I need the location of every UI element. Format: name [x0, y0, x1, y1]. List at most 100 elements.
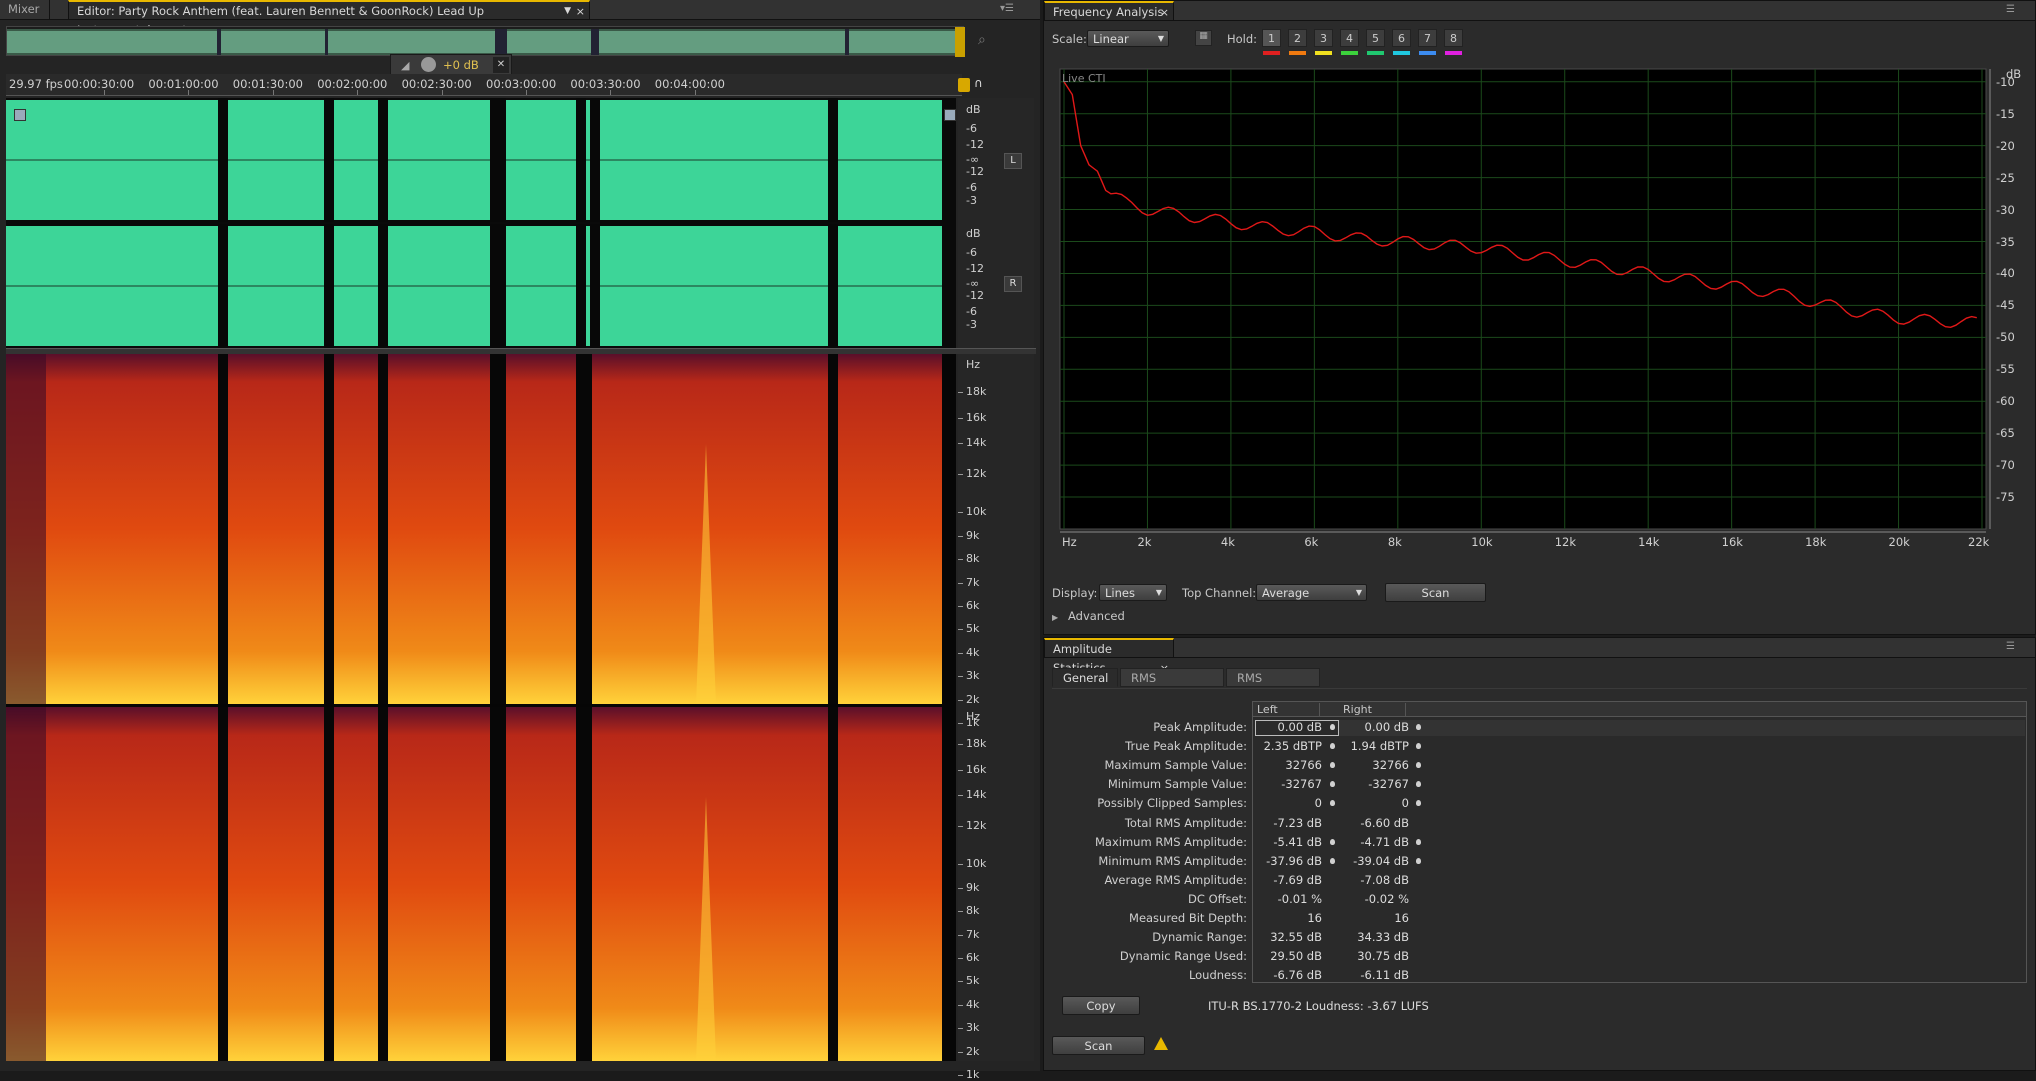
jump-to-icon[interactable] [1330, 838, 1335, 845]
top-channel-select[interactable]: Average ▼ [1256, 584, 1367, 601]
timeline-tick [272, 90, 274, 95]
hold-button-6[interactable]: 6 [1392, 29, 1411, 47]
subtab-general[interactable]: General [1052, 668, 1118, 687]
scale-select[interactable]: Linear ▼ [1087, 30, 1169, 47]
amplitude-scan-button[interactable]: Scan [1052, 1036, 1145, 1055]
stat-right-value[interactable]: 34.33 dB [1327, 930, 1409, 944]
stat-right-value[interactable]: 30.75 dB [1327, 949, 1409, 963]
column-header-left[interactable]: Left [1257, 703, 1320, 716]
db-scale: dB -6 -12 -∞ -12 -6 -3 dB -6 -12 -∞ -12 -6 -3 L R [958, 98, 1034, 348]
stat-left-value[interactable]: 0 [1252, 796, 1322, 810]
spectral-view[interactable] [6, 354, 956, 1061]
subtab-rms-settings[interactable]: RMS Settings [1226, 668, 1320, 704]
stat-right-value[interactable]: -6.60 dB [1327, 816, 1409, 830]
db-scale-label: -12 [966, 289, 984, 303]
close-icon[interactable]: × [1160, 3, 1169, 22]
tab-editor[interactable]: Editor: Party Rock Anthem (feat. Lauren … [68, 0, 590, 37]
panel-menu-icon[interactable]: ☰ [2006, 5, 2024, 15]
hold-button-1[interactable]: 1 [1262, 29, 1281, 47]
jump-to-icon[interactable] [1416, 762, 1421, 769]
stat-right-value[interactable]: 16 [1327, 911, 1409, 925]
headphones-icon[interactable]: ∩ [974, 76, 990, 92]
amplitude-panel: Amplitude Statistics × ☰ General RMS His… [1043, 637, 2036, 1071]
jump-to-icon[interactable] [1416, 838, 1421, 845]
keyboard-icon[interactable]: ▦ [1195, 30, 1212, 46]
stat-left-value[interactable]: -37.96 dB [1252, 854, 1322, 868]
advanced-toggle[interactable]: ▶ Advanced [1052, 609, 1172, 625]
stat-right-value[interactable]: 32766 [1327, 758, 1409, 772]
tab-menu-icon[interactable]: ▼ [564, 2, 571, 21]
stat-left-value[interactable]: 2.35 dBTP [1252, 739, 1322, 753]
hz-scale-label: 14k [966, 788, 987, 802]
hold-button-3[interactable]: 3 [1314, 29, 1333, 47]
waveform-view[interactable] [6, 98, 956, 348]
stat-right-value[interactable]: -6.11 dB [1327, 968, 1409, 982]
stat-left-value[interactable]: -7.23 dB [1252, 816, 1322, 830]
frequency-graph[interactable]: Live CTI dB -10 -15 -20 -25 -30 -35 -40 -45 -50-… [1054, 67, 2029, 552]
jump-to-icon[interactable] [1416, 724, 1421, 730]
panel-menu-icon[interactable]: ☰ [2006, 642, 2024, 652]
hz-scale-tick [958, 887, 963, 889]
hold-button-4[interactable]: 4 [1340, 29, 1359, 47]
snap-end-icon[interactable] [944, 109, 956, 121]
frequency-graph-canvas [1059, 68, 1991, 533]
stat-right-value[interactable]: -4.71 dB [1327, 835, 1409, 849]
overview-strip[interactable] [6, 26, 965, 57]
jump-to-icon[interactable] [1330, 781, 1335, 788]
hold-button-7[interactable]: 7 [1418, 29, 1437, 47]
tab-frequency-analysis[interactable]: Frequency Analysis × [1044, 1, 1174, 20]
close-icon[interactable]: × [576, 2, 585, 21]
tab-mixer[interactable]: Mixer [0, 0, 50, 19]
waveform-canvas [6, 98, 956, 348]
stat-left-value[interactable]: 29.50 dB [1252, 949, 1322, 963]
stat-right-value[interactable]: -32767 [1327, 777, 1409, 791]
pin-icon[interactable]: ✕ [493, 57, 509, 73]
jump-to-icon[interactable] [1330, 724, 1335, 730]
jump-to-icon[interactable] [1416, 857, 1421, 864]
zoom-icon[interactable]: ⌕ [978, 32, 998, 50]
jump-to-icon[interactable] [1330, 762, 1335, 769]
jump-to-icon[interactable] [1416, 743, 1421, 750]
display-select[interactable]: Lines ▼ [1099, 584, 1167, 601]
tab-amplitude-statistics[interactable]: Amplitude Statistics × [1044, 638, 1174, 675]
stat-right-value[interactable]: 1.94 dBTP [1327, 739, 1409, 753]
stat-right-value[interactable]: 0 [1327, 796, 1409, 810]
hz-scale-label: 16k [966, 762, 987, 776]
gain-knob-icon[interactable] [421, 57, 436, 72]
timeline-ruler[interactable]: 29.97 fps 00:00:30:00 00:01:00:00 00:01:30… [6, 74, 962, 96]
spectral-right-channel [6, 707, 956, 1061]
copy-button[interactable]: Copy [1062, 996, 1140, 1015]
jump-to-icon[interactable] [1330, 857, 1335, 864]
panel-menu-icon[interactable]: ▾☰ [1000, 4, 1018, 14]
hud-gain-control[interactable]: ◢ +0 dB ✕ [390, 54, 512, 76]
lock-icon[interactable] [958, 78, 970, 92]
stat-left-value[interactable]: -32767 [1252, 777, 1322, 791]
column-header-right[interactable]: Right [1343, 703, 1406, 716]
stat-right-value[interactable]: -7.08 dB [1327, 873, 1409, 887]
stat-left-value[interactable]: -6.76 dB [1252, 968, 1322, 982]
jump-to-icon[interactable] [1330, 743, 1335, 750]
subtab-rms-histogram[interactable]: RMS Histogram [1120, 668, 1224, 704]
advanced-label: Advanced [1067, 609, 1125, 623]
snap-start-icon[interactable] [14, 109, 26, 121]
hold-button-2[interactable]: 2 [1288, 29, 1307, 47]
timeline-label: 00:02:00:00 [317, 77, 388, 91]
hold-button-8[interactable]: 8 [1444, 29, 1463, 47]
stat-left-value[interactable]: -0.01 % [1252, 892, 1322, 906]
stat-right-value[interactable]: -0.02 % [1327, 892, 1409, 906]
stat-left-value[interactable]: 32766 [1252, 758, 1322, 772]
stat-left-value[interactable]: 0.00 dB [1252, 720, 1322, 734]
stat-right-value[interactable]: 0.00 dB [1327, 720, 1409, 734]
hold-button-5[interactable]: 5 [1366, 29, 1385, 47]
stat-left-value[interactable]: 16 [1252, 911, 1322, 925]
jump-to-icon[interactable] [1416, 781, 1421, 788]
hud-gain-value[interactable]: +0 dB [443, 58, 479, 72]
stat-left-value[interactable]: -7.69 dB [1252, 873, 1322, 887]
stat-label: True Peak Amplitude: [1125, 739, 1247, 754]
stat-right-value[interactable]: -39.04 dB [1327, 854, 1409, 868]
stat-left-value[interactable]: 32.55 dB [1252, 930, 1322, 944]
stat-left-value[interactable]: -5.41 dB [1252, 835, 1322, 849]
frequency-scan-button[interactable]: Scan [1385, 583, 1486, 602]
channel-left-button[interactable]: L [1004, 153, 1022, 169]
channel-right-button[interactable]: R [1004, 276, 1022, 292]
